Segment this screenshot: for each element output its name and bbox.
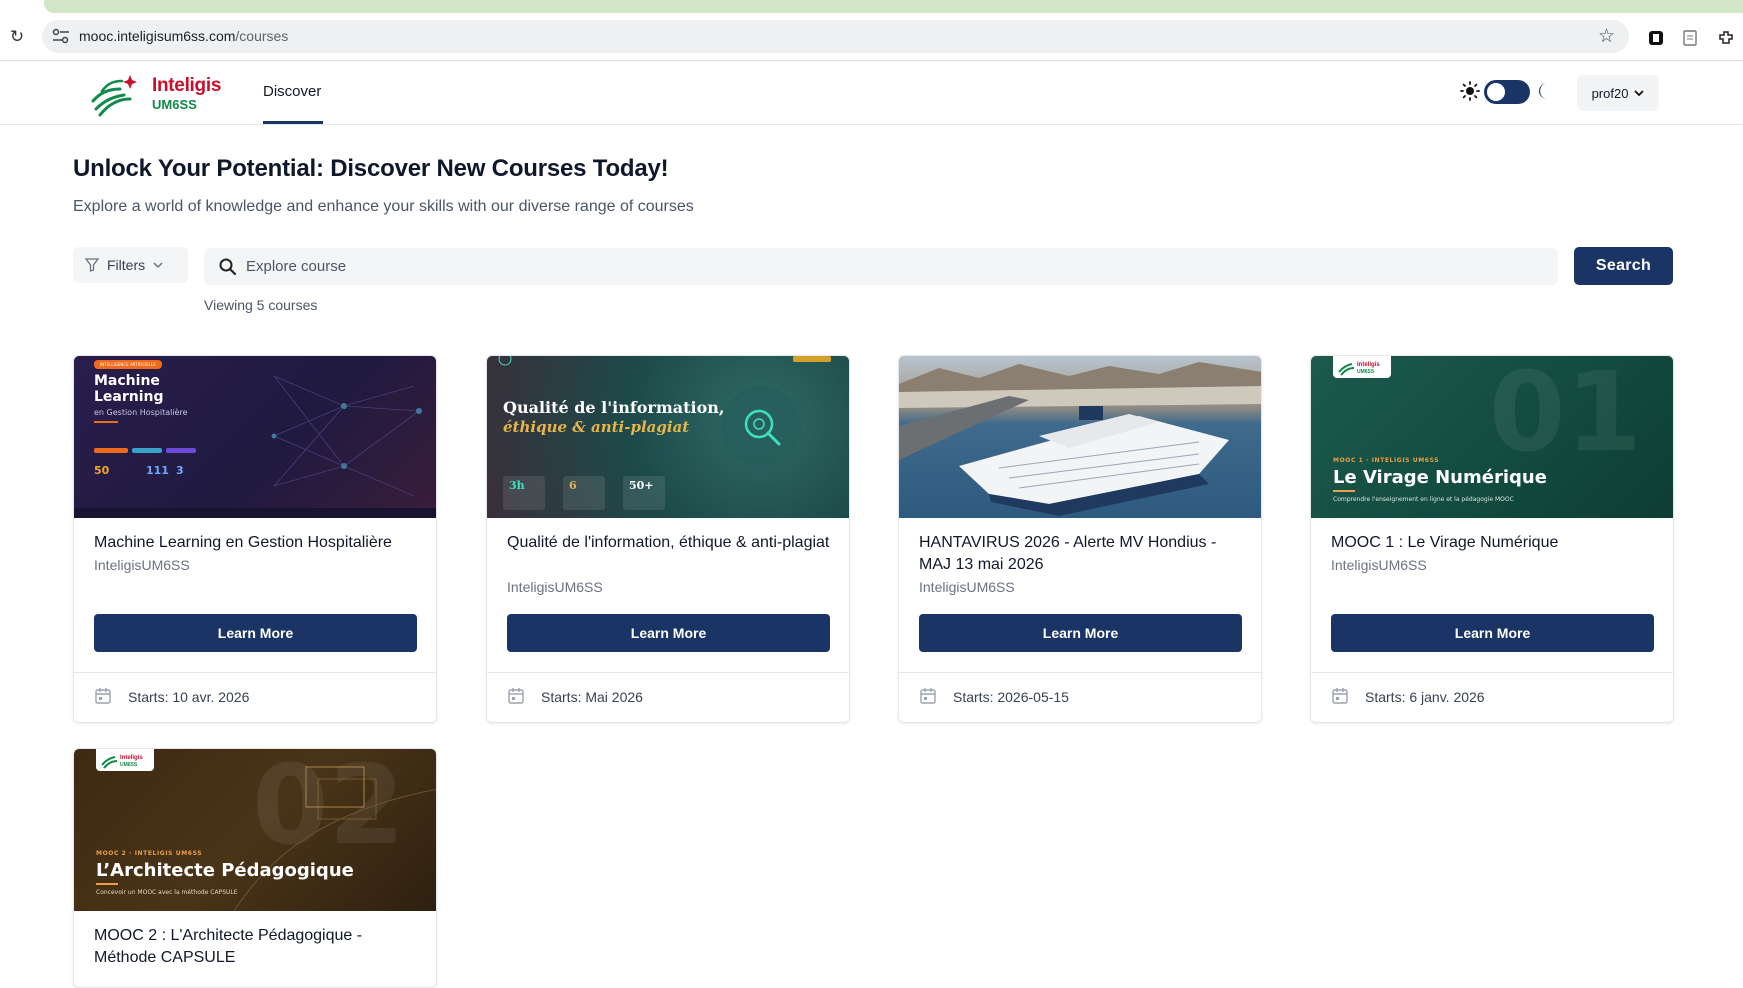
course-footer: Starts: 2026-05-15 — [899, 672, 1261, 722]
inteligis-badge: Inteligis UM6SS — [1333, 356, 1391, 378]
search-input[interactable] — [246, 248, 1536, 285]
learn-more-button[interactable]: Learn More — [507, 614, 830, 652]
course-thumbnail[interactable]: 02 Inteligis UM6SS MOOC 2 · INTELIGIS UM6… — [74, 749, 436, 911]
search-button[interactable]: Search — [1574, 247, 1673, 285]
svg-text:UM6SS: UM6SS — [120, 762, 138, 768]
course-title[interactable]: Machine Learning en Gestion Hospitalière — [94, 532, 418, 554]
nav-active-indicator — [263, 121, 323, 124]
moon-icon — [1539, 83, 1547, 99]
course-title[interactable]: MOOC 1 : Le Virage Numérique — [1331, 532, 1655, 554]
course-thumbnail[interactable]: Qualité de l'information, éthique & anti… — [487, 356, 849, 518]
page-subtitle: Explore a world of knowledge and enhance… — [73, 198, 694, 215]
course-org: InteligisUM6SS — [919, 579, 1015, 595]
page-title: Unlock Your Potential: Discover New Cour… — [73, 155, 669, 182]
inteligis-badge: Inteligis UM6SS — [96, 749, 154, 771]
course-card[interactable]: HANTAVIRUS 2026 - Alerte MV Hondius - MA… — [898, 355, 1262, 723]
course-card[interactable]: Qualité de l'information, éthique & anti… — [486, 355, 850, 723]
learn-more-button[interactable]: Learn More — [94, 614, 417, 652]
extensions-puzzle-icon[interactable] — [1717, 29, 1735, 47]
course-org: InteligisUM6SS — [1331, 557, 1427, 573]
wireframe-graphic — [233, 766, 436, 911]
course-card[interactable]: 02 Inteligis UM6SS MOOC 2 · INTELIGIS UM6… — [73, 748, 437, 988]
url-text: mooc.inteligisum6ss.com/courses — [79, 28, 289, 44]
course-org: InteligisUM6SS — [94, 557, 190, 573]
results-count: Viewing 5 courses — [204, 297, 318, 313]
course-card[interactable]: INTELLIGENCE ARTIFICIELLE Machine Learni… — [73, 355, 437, 723]
chevron-down-icon — [1634, 90, 1645, 97]
course-thumbnail[interactable]: 01 Inteligis UM6SS MOOC 1 · INTELIGIS UM6… — [1311, 356, 1673, 518]
browser-tab-strip — [0, 0, 1743, 14]
sun-icon — [1460, 81, 1480, 101]
course-start-date: Starts: 10 avr. 2026 — [128, 689, 250, 705]
course-footer: Starts: 6 janv. 2026 — [1311, 672, 1673, 722]
reload-icon[interactable]: ↻ — [6, 26, 28, 48]
course-footer: Starts: Mai 2026 — [487, 672, 849, 722]
course-start-date: Starts: 6 janv. 2026 — [1365, 689, 1485, 705]
course-start-date: Starts: Mai 2026 — [541, 689, 643, 705]
calendar-icon — [508, 688, 524, 704]
filters-button[interactable]: Filters — [73, 247, 188, 283]
svg-text:UM6SS: UM6SS — [1357, 369, 1375, 375]
filter-icon — [85, 258, 99, 272]
logo-mark-icon — [91, 75, 137, 117]
bookmark-star-icon[interactable]: ☆ — [1598, 25, 1615, 48]
learn-more-button[interactable]: Learn More — [919, 614, 1242, 652]
learn-more-button[interactable]: Learn More — [1331, 614, 1654, 652]
course-title[interactable]: HANTAVIRUS 2026 - Alerte MV Hondius - MA… — [919, 532, 1243, 576]
course-title[interactable]: Qualité de l'information, éthique & anti… — [507, 532, 831, 554]
course-thumbnail[interactable]: INTELLIGENCE ARTIFICIELLE Machine Learni… — [74, 356, 436, 518]
browser-toolbar: ↻ mooc.inteligisum6ss.com/courses ☆ — [0, 14, 1743, 61]
search-icon — [219, 258, 237, 276]
course-title[interactable]: MOOC 2 : L'Architecte Pédagogique - Méth… — [94, 925, 418, 969]
nav-discover[interactable]: Discover — [263, 83, 321, 100]
calendar-icon — [1332, 688, 1348, 704]
course-start-date: Starts: 2026-05-15 — [953, 689, 1069, 705]
calendar-icon — [920, 688, 936, 704]
course-card[interactable]: 01 Inteligis UM6SS MOOC 1 · INTELIGIS UM6… — [1310, 355, 1674, 723]
user-menu[interactable]: prof20 — [1577, 75, 1659, 111]
course-footer: Starts: 10 avr. 2026 — [74, 672, 436, 722]
reading-mode-icon[interactable] — [1681, 29, 1699, 47]
address-bar[interactable]: mooc.inteligisum6ss.com/courses ☆ — [42, 20, 1629, 53]
user-name: prof20 — [1591, 85, 1629, 101]
chevron-down-icon — [153, 262, 163, 269]
site-settings-icon[interactable] — [52, 28, 70, 44]
app-header: Inteligis UM6SS Discover prof20 — [0, 61, 1743, 125]
extension-icon[interactable] — [1647, 29, 1665, 47]
theme-toggle[interactable] — [1484, 80, 1530, 104]
search-box — [204, 248, 1558, 285]
course-org: InteligisUM6SS — [507, 579, 603, 595]
course-thumbnail[interactable] — [899, 356, 1261, 518]
svg-text:Inteligis: Inteligis — [120, 755, 143, 761]
inteligis-logo[interactable]: Inteligis UM6SS — [90, 67, 240, 119]
svg-text:Inteligis: Inteligis — [1357, 362, 1380, 368]
calendar-icon — [95, 688, 111, 704]
toggle-knob — [1487, 83, 1505, 101]
ship-photo-graphic — [899, 362, 1261, 516]
